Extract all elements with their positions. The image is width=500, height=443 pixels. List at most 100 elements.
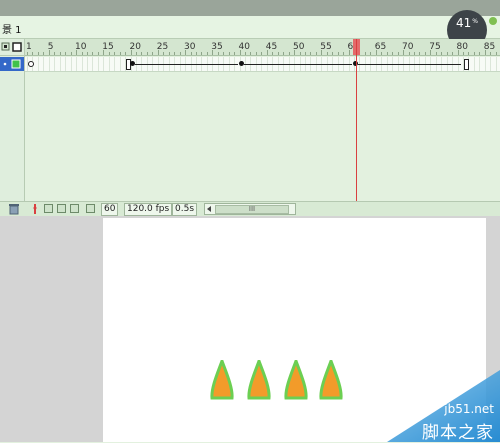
frame-cell-divider — [92, 57, 94, 71]
timeline-scrollbar[interactable]: III — [204, 203, 296, 215]
scroll-thumb[interactable]: III — [215, 205, 289, 214]
timeline-status-bar: 60 120.0 fps 0.5s III — [0, 201, 500, 216]
cone-shape-4[interactable] — [318, 360, 344, 400]
ruler-tick — [315, 52, 317, 55]
elapsed-time-field[interactable]: 0.5s — [172, 203, 198, 216]
tween-arrow[interactable] — [358, 64, 461, 65]
ruler-mark: 85 — [483, 42, 496, 52]
ruler-tick — [43, 52, 45, 55]
watermark-brand: 脚本之家 — [422, 423, 494, 443]
playhead-line[interactable] — [356, 39, 357, 202]
ruler-tick — [234, 52, 236, 55]
ruler-tick — [343, 52, 345, 55]
ruler-tick — [168, 52, 170, 55]
ruler-mark: 25 — [156, 42, 169, 52]
ruler-mark: 50 — [293, 42, 305, 52]
ruler-tick — [261, 52, 263, 55]
ruler-mark: 45 — [265, 42, 278, 52]
layer-header — [0, 39, 24, 56]
frame-cell-divider — [59, 57, 61, 71]
ruler-tick — [119, 52, 121, 55]
zoom-badge-unit: % — [472, 18, 478, 25]
ruler-tick — [179, 52, 181, 55]
outline-square-icon[interactable] — [12, 42, 22, 52]
ruler-tick — [419, 52, 421, 55]
ruler-mark: 55 — [320, 42, 332, 52]
ruler-mark: 5 — [47, 42, 54, 52]
ruler-tick — [337, 52, 339, 55]
frame-cell-divider — [54, 57, 56, 71]
cone-shape-3[interactable] — [283, 360, 309, 400]
ruler-tick — [310, 52, 312, 55]
edit-multiple-frames-icon[interactable] — [86, 204, 95, 213]
ruler-tick — [272, 52, 274, 55]
keyframe-empty[interactable] — [28, 61, 34, 67]
frame-cell-divider — [86, 57, 88, 71]
ruler-tick — [392, 52, 394, 55]
frame-cell-divider — [65, 57, 67, 71]
ruler-tick — [163, 52, 165, 55]
frame-cell-divider — [43, 57, 45, 71]
frame-cell-divider — [119, 57, 121, 71]
ruler-tick — [146, 52, 148, 55]
ruler-tick — [174, 52, 176, 55]
trash-icon[interactable] — [8, 203, 20, 215]
ruler-tick — [217, 52, 219, 55]
ruler-tick — [452, 52, 454, 55]
frame-cell-divider — [76, 57, 78, 71]
ruler-tick — [65, 52, 67, 55]
layer-frames-row[interactable] — [25, 57, 500, 72]
onion-skin-outline-icon[interactable] — [70, 204, 79, 213]
ruler-tick — [54, 52, 56, 55]
ruler-tick — [97, 52, 99, 55]
tween-arrow[interactable] — [134, 64, 238, 65]
window-top-bar — [0, 0, 500, 16]
ruler-tick — [441, 52, 443, 55]
layer-color-box-icon[interactable] — [11, 59, 21, 69]
ruler-tick — [37, 52, 39, 55]
ruler-tick — [152, 52, 154, 55]
layer-header-icons — [1, 42, 22, 52]
cone-shape-1[interactable] — [209, 360, 235, 400]
frame-rate-field[interactable]: 120.0 fps — [124, 203, 173, 216]
ruler-tick — [397, 52, 399, 55]
frame-cell-divider — [114, 57, 116, 71]
ruler-tick — [92, 52, 94, 55]
frame-ruler[interactable]: 1510152025303540455055606570758085 — [25, 39, 500, 56]
pencil-icon[interactable] — [31, 203, 39, 215]
onion-skin-icon[interactable] — [57, 204, 66, 213]
eye-icon[interactable] — [1, 42, 10, 51]
ruler-mark: 75 — [429, 42, 441, 52]
frame-cell-divider — [103, 57, 105, 71]
ruler-tick — [195, 52, 197, 55]
ruler-tick — [381, 52, 383, 55]
center-frame-icon[interactable] — [44, 204, 53, 213]
layer-panel — [0, 39, 25, 215]
ruler-tick — [27, 52, 28, 55]
ruler-tick — [332, 52, 334, 55]
frame-cell-divider — [81, 57, 83, 71]
ruler-tick — [59, 52, 61, 55]
ruler-tick — [299, 52, 301, 55]
tween-arrow[interactable] — [243, 64, 352, 65]
ruler-tick — [228, 52, 230, 55]
ruler-tick — [125, 52, 127, 55]
current-frame-field[interactable]: 60 — [101, 203, 119, 216]
ruler-tick — [468, 52, 470, 55]
scroll-left-arrow-icon[interactable] — [206, 205, 212, 213]
ruler-tick — [81, 52, 83, 55]
ruler-tick — [424, 52, 426, 55]
frame-span-end[interactable] — [464, 59, 469, 70]
ruler-tick — [190, 52, 192, 55]
ruler-tick — [326, 52, 328, 55]
layer-row-selected[interactable] — [0, 57, 24, 71]
ruler-tick — [463, 52, 464, 55]
scene-label[interactable]: 景 1 — [2, 21, 22, 36]
visibility-dot-icon[interactable] — [3, 62, 7, 66]
ruler-mark: 15 — [102, 42, 114, 52]
ruler-tick — [473, 52, 475, 55]
zoom-badge-value: 41 — [456, 16, 472, 30]
cone-shape-2[interactable] — [246, 360, 272, 400]
ruler-mark: 30 — [184, 42, 196, 52]
stage-canvas[interactable] — [103, 218, 486, 442]
